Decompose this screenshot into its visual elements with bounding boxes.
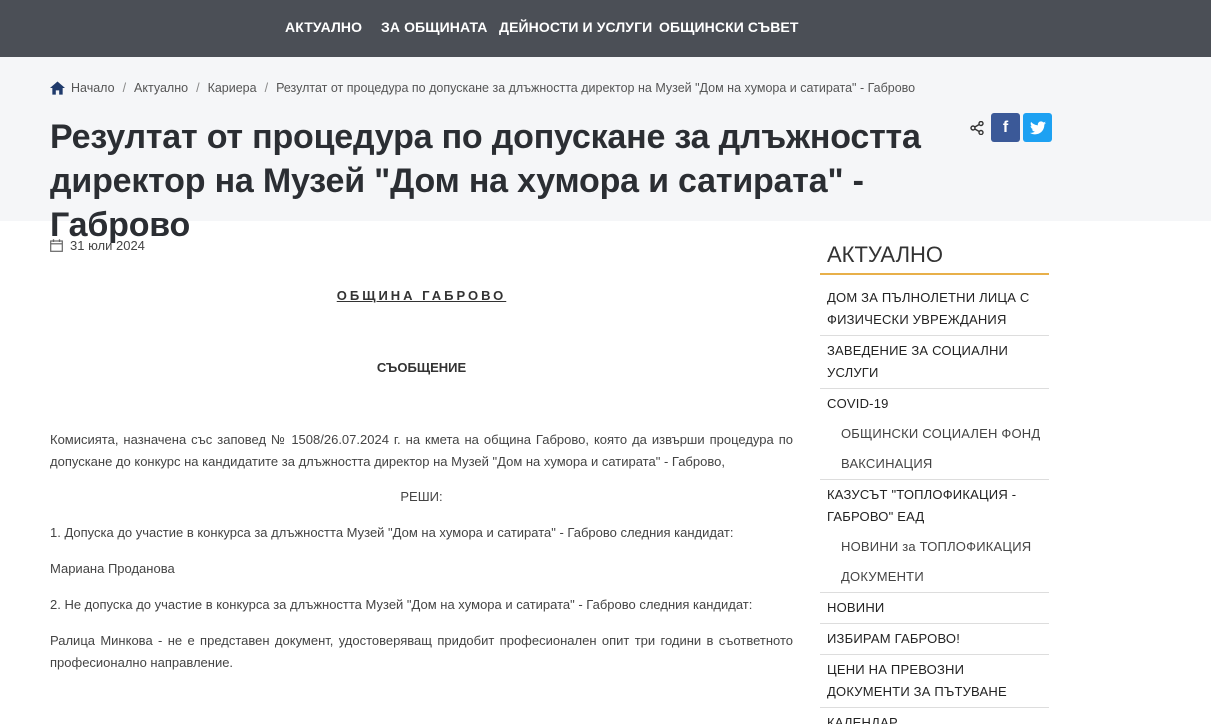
twitter-share-button[interactable] <box>1023 113 1052 142</box>
breadcrumb-current: Резултат от процедура по допускане за дл… <box>276 81 916 95</box>
share-bar: f <box>970 113 1052 142</box>
article-intro: Комисията, назначена със заповед № 1508/… <box>50 432 793 469</box>
sidebar-item-novini-toplofikacia[interactable]: НОВИНИ за ТОПЛОФИКАЦИЯ <box>820 532 1049 562</box>
article-point-1: 1. Допуска до участие в конкурса за длъж… <box>50 525 734 540</box>
nav-item-aktualno[interactable]: АКТУАЛНО <box>285 19 362 35</box>
page-header: Начало / Актуално / Кариера / Резултат о… <box>0 57 1211 244</box>
sidebar-item-dom-za-palnoletni[interactable]: ДОМ ЗА ПЪЛНОЛЕТНИ ЛИЦА С ФИЗИЧЕСКИ УВРЕЖ… <box>820 283 1049 336</box>
page-title: Резултат от процедура по допускане за дл… <box>50 118 921 244</box>
date-text: 31 юли 2024 <box>70 238 145 253</box>
facebook-share-button[interactable]: f <box>991 113 1020 142</box>
article-candidate-2: Ралица Минкова - не е представен докумен… <box>50 633 793 670</box>
article-point-2: 2. Не допуска до участие в конкурса за д… <box>50 597 753 612</box>
facebook-icon: f <box>1002 118 1009 136</box>
top-navigation: АКТУАЛНО ЗА ОБЩИНАТА ДЕЙНОСТИ И УСЛУГИ О… <box>0 0 1211 57</box>
breadcrumb-link-kariera[interactable]: Кариера <box>208 81 257 95</box>
breadcrumb: Начало / Актуално / Кариера / Резултат о… <box>50 81 915 95</box>
sidebar-item-zavedenie[interactable]: ЗАВЕДЕНИЕ ЗА СОЦИАЛНИ УСЛУГИ <box>820 336 1049 389</box>
twitter-icon <box>1029 120 1046 134</box>
sidebar-item-dokumenti[interactable]: ДОКУМЕНТИ <box>820 562 1049 593</box>
article-candidate-1: Мариана Проданова <box>50 561 175 576</box>
calendar-icon <box>50 239 63 252</box>
share-icon <box>970 120 984 135</box>
breadcrumb-home-link[interactable]: Начало <box>71 81 115 95</box>
sidebar-item-kalendar[interactable]: КАЛЕНДАР <box>820 708 1049 724</box>
article-heading: СЪОБЩЕНИЕ <box>376 360 467 375</box>
sidebar-title: АКТУАЛНО <box>820 238 1049 275</box>
breadcrumb-separator: / <box>196 81 200 95</box>
sidebar-item-covid[interactable]: COVID-19 <box>820 389 1049 419</box>
sidebar-item-vaksinacia[interactable]: ВАКСИНАЦИЯ <box>820 449 1049 480</box>
nav-item-obshtinski-savet[interactable]: ОБЩИНСКИ СЪВЕТ <box>659 19 799 35</box>
breadcrumb-separator: / <box>264 81 269 95</box>
sidebar-item-ceni[interactable]: ЦЕНИ НА ПРЕВОЗНИ ДОКУМЕНТИ ЗА ПЪТУВАНЕ <box>820 655 1049 708</box>
org-line-wrap: ОБЩИНА ГАБРОВО <box>50 285 793 307</box>
article-decides: РЕШИ: <box>400 489 443 504</box>
message-heading-wrap: СЪОБЩЕНИЕ <box>50 357 793 379</box>
breadcrumb-link-aktualno[interactable]: Актуално <box>134 81 188 95</box>
sidebar-item-izbiram-gabrovo[interactable]: ИЗБИРАМ ГАБРОВО! <box>820 624 1049 655</box>
sidebar-item-novini[interactable]: НОВИНИ <box>820 593 1049 624</box>
breadcrumb-separator: / <box>122 81 127 95</box>
nav-item-deynosti-i-uslugi[interactable]: ДЕЙНОСТИ И УСЛУГИ <box>499 19 652 35</box>
sidebar-item-socialen-fond[interactable]: ОБЩИНСКИ СОЦИАЛЕН ФОНД <box>820 419 1049 449</box>
sidebar-item-toplofikacia[interactable]: КАЗУСЪТ "ТОПЛОФИКАЦИЯ - ГАБРОВО" ЕАД <box>820 480 1049 532</box>
article-org: ОБЩИНА ГАБРОВО <box>336 288 507 303</box>
nav-item-za-obshtinata[interactable]: ЗА ОБЩИНАТА <box>381 19 487 35</box>
home-icon[interactable] <box>50 81 65 95</box>
article-date: 31 юли 2024 <box>50 238 145 253</box>
sidebar: АКТУАЛНО ДОМ ЗА ПЪЛНОЛЕТНИ ЛИЦА С ФИЗИЧЕ… <box>820 238 1049 724</box>
